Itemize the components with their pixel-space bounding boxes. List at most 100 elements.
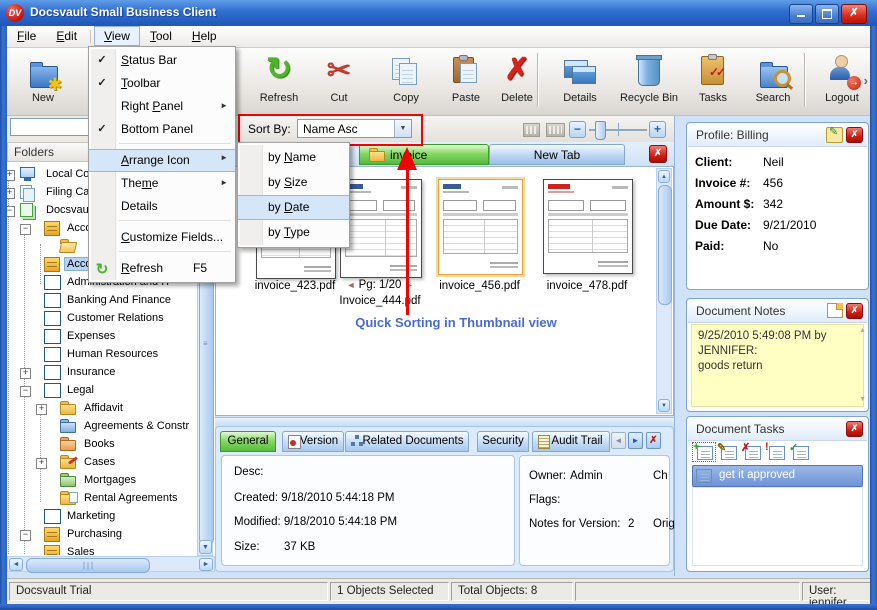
expand-icon[interactable]: + [36, 458, 47, 469]
toolbar-tasks-button[interactable]: ✓✓Tasks [685, 53, 741, 111]
menu-help[interactable]: Help [182, 26, 227, 46]
details-tab-related-documents[interactable]: Related Documents [345, 431, 469, 452]
tree-item-human-resources[interactable]: Human Resources [64, 347, 161, 361]
thumbnail-label[interactable]: Invoice_444.pdf [328, 295, 432, 307]
view-menu-item-arrange-icon[interactable]: Arrange Icon► [89, 149, 235, 172]
maximize-button[interactable] [815, 4, 839, 24]
thumbnail-invoice-456-pdf[interactable] [438, 179, 523, 275]
note-text[interactable]: 9/25/2010 5:49:08 PM by JENNIFER: goods … [691, 324, 864, 407]
expand-icon[interactable]: + [20, 368, 31, 379]
details-tab-general[interactable]: General [220, 431, 276, 452]
arrange-menu-item-by-size[interactable]: by Size [238, 170, 349, 195]
toolbar-refresh-button[interactable]: ↻Refresh [250, 53, 308, 111]
close-button[interactable]: ✗ [841, 4, 867, 24]
tree-item-banking-and-finance[interactable]: Banking And Finance [64, 293, 174, 307]
arrange-menu-item-by-date[interactable]: by Date [238, 195, 349, 220]
remove-task-icon[interactable]: ✗ [741, 443, 763, 461]
alert-task-icon[interactable]: ! [765, 443, 787, 461]
scroll-down-icon[interactable]: ▼ [658, 399, 670, 412]
thumbs-scrollbar-thumb[interactable] [658, 185, 672, 305]
edit-profile-icon[interactable] [826, 127, 843, 143]
new-note-icon[interactable] [827, 303, 843, 318]
view-menu-item-right-panel[interactable]: Right Panel► [89, 95, 235, 118]
tab-scroll-right-icon[interactable]: ► [628, 432, 643, 449]
document-tab-invoice[interactable]: invoice [359, 144, 489, 165]
document-tab-new-tab[interactable]: New Tab [489, 144, 625, 165]
zoom-out-button[interactable]: − [569, 121, 586, 138]
tab-scroll-left-icon[interactable]: ◄ [611, 432, 626, 449]
view-menu-item-customize-fields[interactable]: Customize Fields... [89, 226, 235, 249]
menu-view[interactable]: View [94, 26, 140, 46]
close-icon[interactable]: ✗ [846, 303, 863, 319]
toolbar-recycle-bin-button[interactable]: Recycle Bin [613, 53, 685, 111]
complete-task-icon[interactable]: ✓ [789, 443, 811, 461]
menu-edit[interactable]: Edit [46, 26, 87, 46]
zoom-in-button[interactable]: + [649, 121, 666, 138]
note-scroll-up-icon[interactable]: ▲ [859, 327, 866, 334]
toolbar-logout-button[interactable]: →Logout [811, 53, 873, 111]
note-scroll-down-icon[interactable]: ▼ [859, 396, 866, 403]
tree-item-books[interactable]: Books [81, 437, 118, 451]
view-menu-item-details[interactable]: Details [89, 195, 235, 218]
view-menu-item-theme[interactable]: Theme► [89, 172, 235, 195]
tree-item-mortgages[interactable]: Mortgages [81, 473, 139, 487]
thumbnail-pager[interactable]: ◄ Pg: 1/20 ► [328, 279, 432, 291]
task-row[interactable]: get it approved [692, 465, 863, 487]
tree-item-insurance[interactable]: Insurance [64, 365, 118, 379]
view-menu-item-refresh[interactable]: ↻RefreshF5 [89, 257, 235, 280]
tree-item-purchasing[interactable]: Purchasing [64, 527, 125, 541]
tree-item-marketing[interactable]: Marketing [64, 509, 118, 523]
tree-hscrollbar-thumb[interactable]: ∣∣∣ [26, 558, 150, 573]
page-prev-icon[interactable]: ◄ [346, 280, 355, 290]
toolbar-copy-button[interactable]: Copy [375, 53, 437, 111]
small-thumbnails-view-icon[interactable] [523, 123, 540, 137]
close-icon[interactable]: ✗ [846, 421, 863, 437]
scroll-up-icon[interactable]: ▲ [658, 170, 670, 183]
scroll-left-icon[interactable]: ◄ [9, 558, 23, 571]
tree-horizontal-scrollbar[interactable]: ◄ ∣∣∣ ► [7, 556, 215, 572]
collapse-icon[interactable]: − [20, 530, 31, 541]
toolbar-new-button[interactable]: ✱New [13, 53, 73, 111]
minimize-button[interactable] [789, 4, 813, 24]
view-menu-item-status-bar[interactable]: ✓Status Bar [89, 49, 235, 72]
folder-search-input[interactable] [10, 118, 96, 136]
toolbar-cut-button[interactable]: ✂Cut [311, 53, 367, 111]
tab-close-icon[interactable]: ✗ [649, 145, 667, 163]
add-task-icon[interactable]: + [693, 443, 715, 461]
close-icon[interactable]: ✗ [846, 127, 863, 143]
thumbs-vertical-scrollbar[interactable]: ▲ ▼ [656, 168, 672, 414]
thumbnail-label[interactable]: invoice_456.pdf [426, 280, 533, 292]
toolbar-details-button[interactable]: Details [549, 53, 611, 111]
zoom-slider-thumb[interactable] [595, 121, 606, 140]
view-menu-item-toolbar[interactable]: ✓Toolbar [89, 72, 235, 95]
details-close-icon[interactable]: ✗ [646, 432, 661, 449]
thumbnail-invoice-444-pdf[interactable] [340, 179, 422, 278]
arrange-menu-item-by-type[interactable]: by Type [238, 220, 349, 245]
collapse-icon[interactable]: − [20, 224, 31, 235]
scroll-right-icon[interactable]: ► [199, 558, 213, 571]
document-notes-panel: Document Notes ✗ 9/25/2010 5:49:08 PM by… [686, 298, 869, 412]
arrange-menu-item-by-name[interactable]: by Name [238, 145, 349, 170]
tree-item-expenses[interactable]: Expenses [64, 329, 118, 343]
tree-item-affidavit[interactable]: Affidavit [81, 401, 126, 415]
toolbar-search-button[interactable]: Search [743, 53, 803, 111]
view-menu-item-bottom-panel[interactable]: ✓Bottom Panel [89, 118, 235, 141]
details-tab-version[interactable]: Version [282, 431, 344, 452]
tree-item-customer-relations[interactable]: Customer Relations [64, 311, 167, 325]
details-tab-security[interactable]: Security [477, 431, 529, 452]
menu-file[interactable]: File [7, 26, 46, 46]
tree-item-legal[interactable]: Legal [64, 383, 97, 397]
tree-item-rental-agreements[interactable]: Rental Agreements [81, 491, 181, 505]
tree-item-sales[interactable]: Sales [64, 545, 98, 555]
details-tab-audit-trail[interactable]: Audit Trail [532, 431, 610, 452]
large-thumbnails-view-icon[interactable] [546, 123, 565, 137]
thumbnail-invoice-478-pdf[interactable] [543, 179, 633, 274]
edit-task-icon[interactable]: ✎ [717, 443, 739, 461]
menu-tool[interactable]: Tool [140, 26, 182, 46]
toolbar-paste-button[interactable]: Paste [437, 53, 495, 111]
tree-item-cases[interactable]: Cases [81, 455, 118, 469]
tree-item-agreements-constr[interactable]: Agreements & Constr [81, 419, 192, 433]
collapse-icon[interactable]: − [20, 386, 31, 397]
thumbnail-label[interactable]: invoice_478.pdf [531, 280, 643, 292]
expand-icon[interactable]: + [36, 404, 47, 415]
